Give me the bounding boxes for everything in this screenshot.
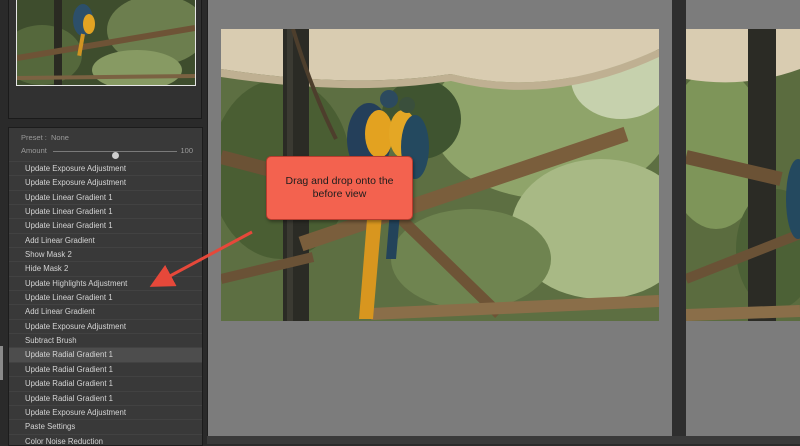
history-item[interactable]: Color Noise Reduction bbox=[9, 433, 202, 445]
navigator-panel bbox=[8, 0, 202, 119]
amount-label: Amount bbox=[21, 146, 47, 155]
before-view[interactable] bbox=[207, 0, 673, 444]
panel-scroll-edge[interactable] bbox=[0, 346, 3, 380]
history-item[interactable]: Update Exposure Adjustment bbox=[9, 161, 202, 175]
history-item[interactable]: Paste Settings bbox=[9, 419, 202, 433]
callout-text: Drag and drop onto the before view bbox=[285, 175, 394, 200]
history-item[interactable]: Update Linear Gradient 1 bbox=[9, 204, 202, 218]
after-view[interactable] bbox=[686, 0, 800, 444]
history-item[interactable]: Update Exposure Adjustment bbox=[9, 175, 202, 189]
amount-slider-thumb[interactable] bbox=[111, 152, 119, 159]
history-item[interactable]: Show Mask 2 bbox=[9, 247, 202, 261]
history-item[interactable]: Update Linear Gradient 1 bbox=[9, 290, 202, 304]
history-item[interactable]: Update Radial Gradient 1 bbox=[9, 361, 202, 376]
preset-label: Preset : bbox=[21, 133, 47, 142]
left-panel: Preset : None Amount 100 Update Exposure… bbox=[0, 0, 207, 446]
amount-row: Amount 100 bbox=[21, 146, 193, 159]
history-item[interactable]: Add Linear Gradient bbox=[9, 304, 202, 318]
history-item[interactable]: Update Highlights Adjustment bbox=[9, 275, 202, 290]
history-item[interactable]: Update Exposure Adjustment bbox=[9, 318, 202, 333]
preset-row: Preset : None bbox=[21, 133, 69, 142]
amount-value: 100 bbox=[180, 146, 193, 155]
history-item[interactable]: Subtract Brush bbox=[9, 333, 202, 347]
history-item[interactable]: Update Radial Gradient 1 bbox=[9, 347, 202, 362]
amount-slider[interactable] bbox=[53, 151, 177, 159]
callout-tooltip: Drag and drop onto the before view bbox=[266, 156, 413, 220]
filmstrip-edge bbox=[207, 436, 800, 444]
preset-value[interactable]: None bbox=[51, 133, 69, 142]
history-list: Update Exposure Adjustment Update Exposur… bbox=[9, 161, 202, 445]
history-item[interactable]: Update Linear Gradient 1 bbox=[9, 189, 202, 204]
history-item[interactable]: Update Exposure Adjustment bbox=[9, 404, 202, 419]
navigator-thumbnail[interactable] bbox=[16, 0, 196, 86]
history-item[interactable]: Update Radial Gradient 1 bbox=[9, 390, 202, 405]
after-photo[interactable] bbox=[686, 29, 800, 321]
history-panel: Preset : None Amount 100 Update Exposure… bbox=[8, 127, 203, 446]
history-item[interactable]: Hide Mask 2 bbox=[9, 261, 202, 275]
history-item[interactable]: Update Radial Gradient 1 bbox=[9, 376, 202, 390]
history-item[interactable]: Update Linear Gradient 1 bbox=[9, 218, 202, 232]
history-item[interactable]: Add Linear Gradient bbox=[9, 232, 202, 247]
view-divider[interactable] bbox=[672, 0, 686, 444]
